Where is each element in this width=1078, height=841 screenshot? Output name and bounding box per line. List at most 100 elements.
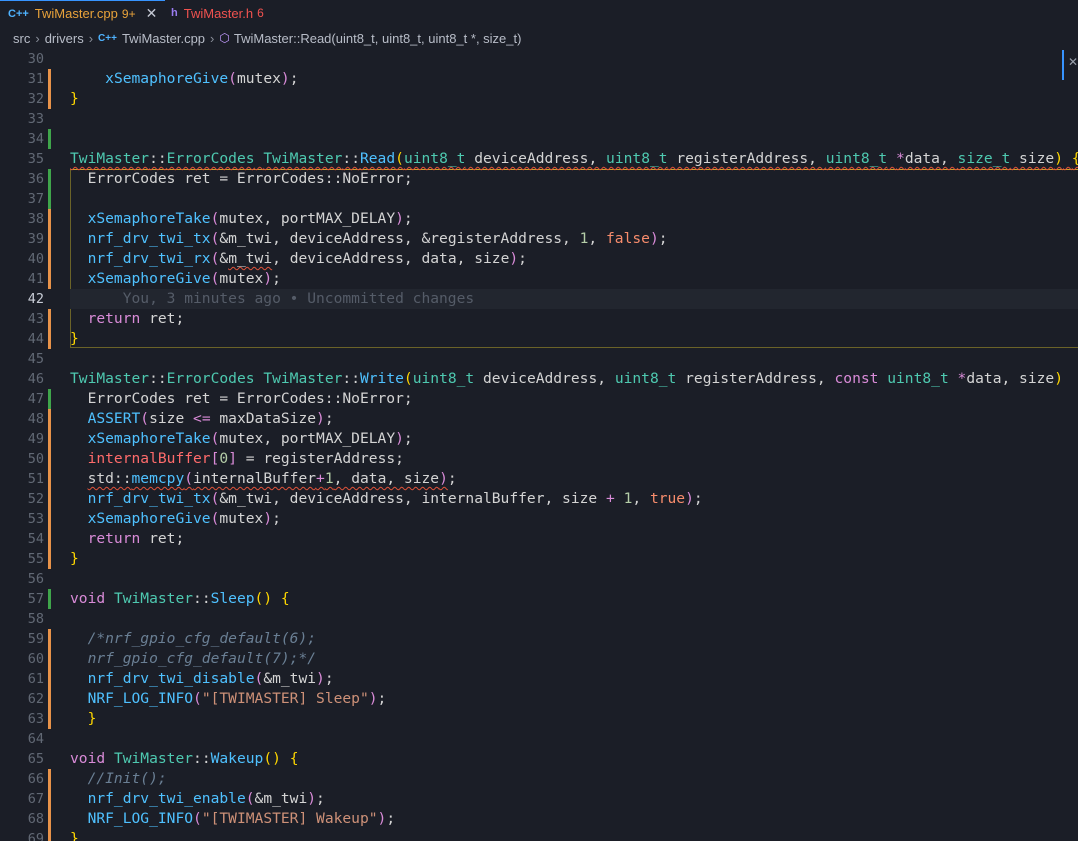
code-line[interactable]: 63 }	[0, 709, 1078, 729]
code-line[interactable]: 56	[0, 569, 1078, 589]
gutter-modified-marker[interactable]	[48, 249, 51, 269]
gutter-modified-marker[interactable]	[48, 409, 51, 429]
code-line[interactable]: 35 TwiMaster::ErrorCodes TwiMaster::Read(…	[0, 149, 1078, 169]
code-text: }	[70, 550, 79, 567]
code-line[interactable]: 65 void TwiMaster::Wakeup() {	[0, 749, 1078, 769]
line-number: 66	[27, 771, 44, 787]
gutter-modified-marker[interactable]	[48, 809, 51, 829]
code-text: }	[87, 710, 97, 727]
gutter-modified-marker[interactable]	[48, 269, 51, 289]
code-line[interactable]: 42 You, 3 minutes ago • Uncommitted chan…	[0, 289, 1078, 309]
method-cube-icon: ⬡	[219, 31, 230, 45]
code-line[interactable]: 62 NRF_LOG_INFO("[TWIMASTER] Sleep");	[0, 689, 1078, 709]
gutter-modified-marker[interactable]	[48, 649, 51, 669]
code-line[interactable]: 45	[0, 349, 1078, 369]
tab-twimaster-cpp[interactable]: C++ TwiMaster.cpp 9+ ✕	[0, 0, 166, 26]
code-line[interactable]: 40 nrf_drv_twi_rx(&m_twi, deviceAddress,…	[0, 249, 1078, 269]
code-line[interactable]: 33	[0, 109, 1078, 129]
code-line[interactable]: 32}	[0, 89, 1078, 109]
gutter-modified-marker[interactable]	[48, 549, 51, 569]
code-line[interactable]: 34	[0, 129, 1078, 149]
line-number: 69	[27, 831, 44, 841]
code-line[interactable]: 64	[0, 729, 1078, 749]
code-line[interactable]: 37	[0, 189, 1078, 209]
code-line[interactable]: 68 NRF_LOG_INFO("[TWIMASTER] Wakeup");	[0, 809, 1078, 829]
code-line[interactable]: 69}	[0, 829, 1078, 841]
code-line[interactable]: 49 xSemaphoreTake(mutex, portMAX_DELAY);	[0, 429, 1078, 449]
scrollbar-indicator[interactable]	[1062, 50, 1064, 80]
gutter-modified-marker[interactable]	[48, 89, 51, 109]
breadcrumb-item-drivers[interactable]: drivers	[45, 31, 84, 46]
gutter-modified-marker[interactable]	[48, 789, 51, 809]
breadcrumb-item-file[interactable]: TwiMaster.cpp	[122, 31, 205, 46]
code-text: xSemaphoreGive(mutex);	[87, 510, 281, 527]
gutter-modified-marker[interactable]	[48, 469, 51, 489]
code-editor[interactable]: 30 31 xSemaphoreGive(mutex); 32} 33 34 35 TwiM…	[0, 50, 1078, 841]
gutter-modified-marker[interactable]	[48, 689, 51, 709]
code-line[interactable]: 43 return ret;	[0, 309, 1078, 329]
chevron-right-icon: ›	[88, 30, 94, 46]
line-number: 54	[27, 531, 44, 547]
code-line[interactable]: 58	[0, 609, 1078, 629]
code-line[interactable]: 55}	[0, 549, 1078, 569]
gutter-added-marker[interactable]	[48, 389, 51, 409]
breadcrumb-item-symbol[interactable]: TwiMaster::Read(uint8_t, uint8_t, uint8_…	[234, 31, 522, 46]
gutter-added-marker[interactable]	[48, 589, 51, 609]
gutter-modified-marker[interactable]	[48, 489, 51, 509]
code-line[interactable]: 39 nrf_drv_twi_tx(&m_twi, deviceAddress,…	[0, 229, 1078, 249]
code-line[interactable]: 48 ASSERT(size <= maxDataSize);	[0, 409, 1078, 429]
line-number: 35	[27, 151, 44, 167]
close-icon[interactable]: ✕	[146, 5, 158, 22]
code-line[interactable]: 30	[0, 50, 1078, 69]
code-line[interactable]: 59 /*nrf_gpio_cfg_default(6);	[0, 629, 1078, 649]
line-number: 51	[27, 471, 44, 487]
code-line[interactable]: 60 nrf_gpio_cfg_default(7);*/	[0, 649, 1078, 669]
gutter-modified-marker[interactable]	[48, 529, 51, 549]
gutter-modified-marker[interactable]	[48, 329, 51, 349]
code-line[interactable]: 38 xSemaphoreTake(mutex, portMAX_DELAY);	[0, 209, 1078, 229]
close-icon[interactable]: ✕	[1068, 55, 1078, 69]
gutter-modified-marker[interactable]	[48, 309, 51, 329]
gutter-added-marker[interactable]	[48, 129, 51, 149]
line-number: 52	[27, 491, 44, 507]
code-line[interactable]: 41 xSemaphoreGive(mutex);	[0, 269, 1078, 289]
gutter-modified-marker[interactable]	[48, 69, 51, 89]
git-blame-annotation: You, 3 minutes ago • Uncommitted changes	[122, 290, 475, 307]
line-number: 37	[27, 191, 44, 207]
code-line[interactable]: 61 nrf_drv_twi_disable(&m_twi);	[0, 669, 1078, 689]
code-text: return ret;	[87, 530, 185, 547]
gutter-modified-marker[interactable]	[48, 429, 51, 449]
code-line[interactable]: 36 ErrorCodes ret = ErrorCodes::NoError;	[0, 169, 1078, 189]
gutter-modified-marker[interactable]	[48, 669, 51, 689]
gutter-modified-marker[interactable]	[48, 229, 51, 249]
code-line[interactable]: 66 //Init();	[0, 769, 1078, 789]
code-line[interactable]: 54 return ret;	[0, 529, 1078, 549]
code-line[interactable]: 67 nrf_drv_twi_enable(&m_twi);	[0, 789, 1078, 809]
code-line[interactable]: 46 TwiMaster::ErrorCodes TwiMaster::Write…	[0, 369, 1078, 389]
code-line[interactable]: 53 xSemaphoreGive(mutex);	[0, 509, 1078, 529]
gutter-modified-marker[interactable]	[48, 629, 51, 649]
code-line[interactable]: 57 void TwiMaster::Sleep() {	[0, 589, 1078, 609]
code-line[interactable]: 31 xSemaphoreGive(mutex);	[0, 69, 1078, 89]
code-text: NRF_LOG_INFO("[TWIMASTER] Sleep");	[87, 690, 387, 707]
gutter-added-marker[interactable]	[48, 169, 51, 189]
gutter-modified-marker[interactable]	[48, 829, 51, 841]
line-number: 62	[27, 691, 44, 707]
gutter-modified-marker[interactable]	[48, 449, 51, 469]
tab-twimaster-h[interactable]: h TwiMaster.h 6	[163, 0, 272, 26]
code-line[interactable]: 50 internalBuffer[0] = registerAddress;	[0, 449, 1078, 469]
code-line[interactable]: 51 std::memcpy(internalBuffer+1, data, s…	[0, 469, 1078, 489]
line-number: 46	[27, 371, 44, 387]
code-line[interactable]: 44}	[0, 329, 1078, 349]
gutter-modified-marker[interactable]	[48, 209, 51, 229]
code-line[interactable]: 47 ErrorCodes ret = ErrorCodes::NoError;	[0, 389, 1078, 409]
code-text: void TwiMaster::Sleep() {	[70, 590, 290, 607]
gutter-added-marker[interactable]	[48, 189, 51, 209]
line-number: 44	[27, 331, 44, 347]
code-line[interactable]: 52 nrf_drv_twi_tx(&m_twi, deviceAddress,…	[0, 489, 1078, 509]
breadcrumb-item-src[interactable]: src	[13, 31, 30, 46]
gutter-modified-marker[interactable]	[48, 509, 51, 529]
gutter-modified-marker[interactable]	[48, 709, 51, 729]
cpp-file-icon: C++	[98, 32, 117, 44]
gutter-modified-marker[interactable]	[48, 769, 51, 789]
